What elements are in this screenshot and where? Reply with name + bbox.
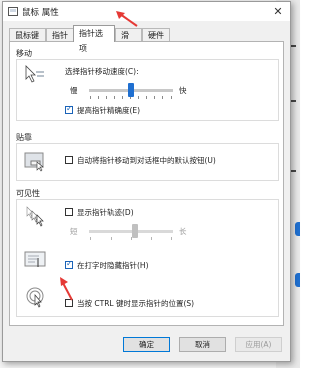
trails-slider-thumb[interactable] <box>132 224 139 238</box>
slider-tick <box>90 96 91 99</box>
snap-checkbox[interactable] <box>65 156 73 164</box>
snap-label[interactable]: 自动将指针移动到对话框中的默认按钮(U) <box>77 155 216 166</box>
pointer-options-panel: 移动 选择指针移动速度(C): 慢 快 ✓ 提高指针精确度(E) 贴靠 自动将指… <box>9 41 284 326</box>
motion-group: 移动 选择指针移动速度(C): 慢 快 ✓ 提高指针精确度(E) <box>16 48 279 121</box>
trails-slider-track[interactable] <box>89 230 173 233</box>
tab-buttons[interactable]: 鼠标键 <box>9 28 46 41</box>
motion-group-label: 移动 <box>16 48 34 59</box>
hide-pointer-icon <box>24 250 48 272</box>
mouse-icon <box>8 7 18 16</box>
speed-slider-thumb[interactable] <box>128 83 134 97</box>
slider-tick <box>111 237 112 240</box>
fast-label: 快 <box>179 86 187 95</box>
tab-pointer-options[interactable]: 指针选项 <box>73 25 115 53</box>
slider-tick <box>122 96 123 99</box>
tab-hardware[interactable]: 硬件 <box>142 28 170 41</box>
slider-tick <box>171 237 172 240</box>
slider-tick <box>162 96 163 99</box>
pointer-trails-icon <box>24 205 48 229</box>
close-icon: ✕ <box>273 5 283 18</box>
slider-tick <box>138 96 139 99</box>
long-label: 长 <box>179 227 187 236</box>
snap-group: 贴靠 自动将指针移动到对话框中的默认按钮(U) <box>16 132 279 181</box>
slider-tick <box>154 96 155 99</box>
tab-pointers[interactable]: 指针 <box>46 28 74 41</box>
title-bar[interactable]: 鼠标 属性 ✕ <box>3 2 290 21</box>
hide-while-typing-checkbox[interactable] <box>65 259 73 269</box>
slow-label: 慢 <box>70 86 78 95</box>
ctrl-locate-label[interactable]: 当按 CTRL 键时显示指针的位置(S) <box>77 298 194 309</box>
slider-tick <box>98 96 99 99</box>
tab-wheel[interactable]: 滑轮 <box>115 28 142 53</box>
slider-tick <box>106 96 107 99</box>
pointer-location-icon <box>25 286 47 310</box>
annotation-arrow <box>116 11 138 27</box>
mouse-properties-dialog: 鼠标 属性 ✕ 鼠标键 指针 指针选项 滑轮 硬件 移动 选择指针移动速度(C)… <box>2 1 291 362</box>
hide-while-typing-label[interactable]: 在打字时隐藏指针(H) <box>77 260 149 271</box>
apply-button[interactable]: 应用(A) <box>235 337 282 352</box>
background-toggle-fragment <box>295 273 300 287</box>
trails-label[interactable]: 显示指针轨迹(D) <box>77 207 134 218</box>
snap-to-icon <box>24 150 48 174</box>
slider-tick <box>171 96 172 99</box>
slider-tick <box>90 237 91 240</box>
trails-checkbox[interactable] <box>65 208 73 216</box>
slider-tick <box>146 96 147 99</box>
background-toggle-fragment <box>295 222 300 236</box>
precision-checkbox[interactable] <box>65 104 73 114</box>
snap-group-label: 贴靠 <box>16 132 34 143</box>
pointer-speed-icon <box>24 65 46 87</box>
slider-tick <box>114 96 115 99</box>
short-label: 短 <box>70 227 78 236</box>
precision-label[interactable]: 提高指针精确度(E) <box>77 105 140 116</box>
visibility-group-label: 可见性 <box>16 188 42 199</box>
annotation-arrow <box>60 277 73 301</box>
speed-label: 选择指针移动速度(C): <box>65 67 139 76</box>
ok-button[interactable]: 确定 <box>123 337 170 352</box>
visibility-group: 可见性 显示指针轨迹(D) 短 长 ✓ 在打字时隐藏指针(H) 当按 CTRL … <box>16 188 279 317</box>
cancel-button[interactable]: 取消 <box>179 337 226 352</box>
window-title: 鼠标 属性 <box>22 8 59 18</box>
close-button[interactable]: ✕ <box>266 2 290 21</box>
slider-tick <box>151 237 152 240</box>
